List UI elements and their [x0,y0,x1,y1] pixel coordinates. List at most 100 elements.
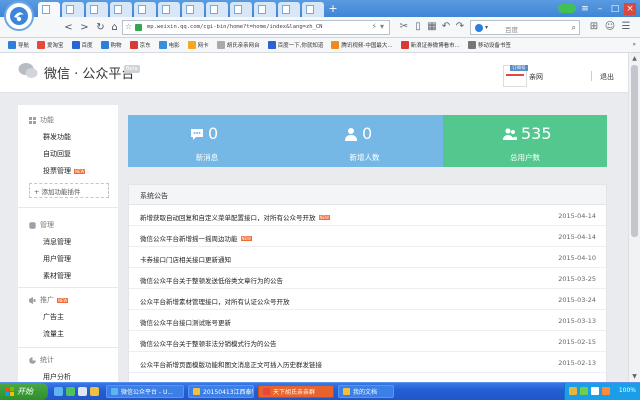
browser-tab[interactable] [278,2,300,17]
bookmark-item[interactable]: 移动设备书签 [467,41,511,49]
stat-total-users[interactable]: 535 总用户数 [443,115,607,167]
quicklaunch-ie-icon[interactable] [54,387,63,396]
wechat-status-icon[interactable] [558,4,576,13]
home-icon[interactable]: ⌂ [108,21,121,34]
browser-logo-icon[interactable] [4,1,34,31]
bookmark-item[interactable]: 百度一下,你就知道 [267,41,323,49]
sidebar-item-messages[interactable]: 消息管理 [43,237,71,247]
user-icon[interactable]: ☺ [604,21,616,33]
bookmark-item[interactable]: 电影 [158,41,180,49]
add-plugin-button[interactable]: + 添加功能插件 [29,183,109,198]
bookmark-item[interactable]: 导航 [8,41,29,49]
grid-icon[interactable]: ▦ [426,21,438,33]
bookmark-item[interactable]: 新浪证券微博看市... [400,41,460,49]
address-tools-icon[interactable]: ⚡▾ [371,22,387,31]
redo-icon[interactable]: ↷ [454,21,466,33]
taskbar-window-button[interactable]: 20150413江西泰新 [188,385,254,398]
undo-icon[interactable]: ↶ [440,21,452,33]
url-text[interactable]: mp.weixin.qq.com/cgi-bin/home?t=home/ind… [147,24,323,30]
notice-row[interactable]: 公众平台新增素材管理接口，对所有认证公众号开放 2015-03-24 [129,289,606,310]
notice-row[interactable]: 公众平台新增页面模版功能和图文消息正文可插入历史群发链接 2015-02-13 [129,352,606,373]
browser-tab[interactable] [158,2,180,17]
search-input[interactable]: ▾ 百度 ⌕ [470,20,580,35]
bookmark-item[interactable]: 京东 [129,41,151,49]
tray-app-icon[interactable] [569,387,577,395]
bookmark-item[interactable]: 腾讯视频-中国最大... [331,41,393,49]
avatar[interactable]: 订阅号 [503,65,528,87]
notice-link[interactable]: 新增获取自动回复和自定义菜单配置接口，对所有公众号开放 NEW [140,212,330,222]
browser-tab[interactable] [182,2,204,17]
tray-app-icon[interactable] [602,387,610,395]
address-bar[interactable]: ☆ mp.weixin.qq.com/cgi-bin/home?t=home/i… [122,20,390,35]
bookmark-star-icon[interactable]: ☆ [125,22,132,31]
logout-link[interactable]: 退出 [600,72,614,82]
scroll-up-icon[interactable]: ▲ [629,53,640,64]
bookmark-item[interactable]: 爱淘宝 [37,41,64,49]
stat-new-messages[interactable]: 0 新消息 [128,115,286,167]
sidebar-item-user-analysis[interactable]: 用户分析 [43,372,71,382]
browser-tab[interactable] [86,2,108,17]
taskbar-window-button[interactable]: 我的文档 [338,385,394,398]
browser-tab[interactable] [134,2,156,17]
browser-tab[interactable] [254,2,276,17]
notice-row[interactable]: 微信公众平台接口测试账号更新 2015-03-13 [129,310,606,331]
sidebar-item-vote[interactable]: 投票管理 NEW [43,166,86,176]
close-button[interactable]: × [624,2,636,15]
browser-tab[interactable] [38,2,60,17]
browser-tab[interactable] [230,2,252,17]
tray-network-icon[interactable] [591,387,599,395]
settings-icon[interactable]: ☰ [620,21,632,33]
notice-link[interactable]: 公众平台新增页面模版功能和图文消息正文可插入历史群发链接 [140,359,322,369]
search-icon[interactable]: ⌕ [572,23,576,33]
new-tab-button[interactable]: + [326,2,340,17]
zoom-level[interactable]: 100% [619,387,636,394]
tray-app-icon[interactable] [580,387,588,395]
minimize-button[interactable]: – [594,3,606,15]
bookmarks-more-icon[interactable]: » [632,41,636,48]
notice-row[interactable]: 新增获取自动回复和自定义菜单配置接口，对所有公众号开放 NEW 2015-04-14 [129,205,606,226]
sidebar-item-mass-send[interactable]: 群发功能 [43,132,71,142]
browser-tab[interactable] [206,2,228,17]
notice-row[interactable]: 微信公众平台关于整顿非法分销模式行为的公告 2015-02-15 [129,331,606,352]
browser-tab[interactable] [110,2,132,17]
sidebar-item-publisher[interactable]: 流量主 [43,329,64,339]
scroll-down-icon[interactable]: ▼ [629,371,640,382]
menu-icon[interactable]: ≡ [579,3,591,15]
notice-row[interactable]: 微信公众平台新增摇一摇周边功能 NEW 2015-04-14 [129,226,606,247]
browser-tab[interactable] [62,2,84,17]
notice-link[interactable]: 微信公众平台新增摇一摇周边功能 NEW [140,233,252,243]
sidebar-item-materials[interactable]: 素材管理 [43,271,71,281]
taskbar-window-button[interactable]: 微信公众平台 - U... [106,385,184,398]
page-scrollbar[interactable]: ▲ ▼ [628,53,640,382]
stat-new-followers[interactable]: 0 新增人数 [286,115,443,167]
notice-link[interactable]: 卡券接口门店相关接口更新通知 [140,254,231,264]
extensions-icon[interactable]: ⊞ [588,21,600,33]
notice-link[interactable]: 微信公众平台关于整顿发送低俗类文章行为的公告 [140,275,283,285]
sidebar-item-users[interactable]: 用户管理 [43,254,71,264]
taskbar-window-button[interactable]: 天下胡氏亲亲群 [258,385,334,398]
browser-tab[interactable] [302,2,324,17]
maximize-button[interactable]: □ [609,3,621,15]
forward-button[interactable]: > [78,21,91,34]
scrollbar-thumb[interactable] [631,65,638,237]
bookmark-item[interactable]: 百度 [71,41,93,49]
notice-link[interactable]: 微信公众平台关于整顿非法分销模式行为的公告 [140,338,277,348]
notice-link[interactable]: 公众平台新增素材管理接口，对所有认证公众号开放 [140,296,290,306]
sidebar-item-auto-reply[interactable]: 自动回复 [43,149,71,159]
quicklaunch-folder-icon[interactable] [90,387,99,396]
refresh-icon[interactable]: ↻ [94,21,107,34]
bookmark-item[interactable]: 网卡 [187,41,209,49]
mobile-icon[interactable]: ▯ [412,21,424,33]
chevron-down-icon[interactable]: ▾ [485,24,488,31]
notice-row[interactable]: 微信公众平台关于整顿发送低俗类文章行为的公告 2015-03-25 [129,268,606,289]
quicklaunch-app-icon[interactable] [66,387,75,396]
search-engine-icon[interactable] [475,24,483,32]
account-name[interactable]: 亲网 [529,72,543,82]
sidebar-item-advertiser[interactable]: 广告主 [43,312,64,322]
notice-row[interactable]: 卡券接口门店相关接口更新通知 2015-04-10 [129,247,606,268]
bookmark-item[interactable]: 胡氏亲亲网台 [216,41,260,49]
bookmark-item[interactable]: 购物 [100,41,122,49]
cut-icon[interactable]: ✂ [398,21,410,33]
quicklaunch-desktop-icon[interactable] [78,387,87,396]
start-button[interactable]: 开始 [0,383,48,400]
